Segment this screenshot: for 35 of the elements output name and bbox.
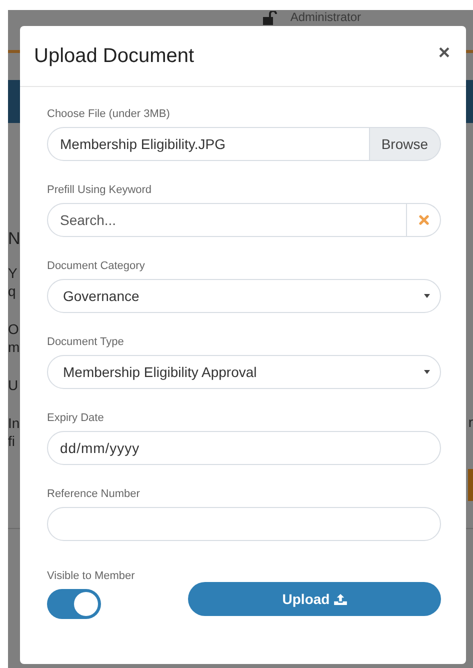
clear-button[interactable] (407, 203, 441, 237)
lock-icon (262, 11, 278, 25)
page-text: In (8, 414, 20, 432)
dialog-title: Upload Document (34, 44, 194, 69)
browse-button[interactable]: Browse (370, 127, 441, 161)
page-text: U (8, 376, 20, 394)
input-field[interactable] (47, 507, 441, 541)
close-button[interactable]: × (436, 43, 452, 63)
page-text: q (8, 282, 17, 300)
upload-button[interactable]: Upload (188, 582, 441, 616)
visibility-toggle[interactable] (47, 589, 101, 619)
field-label: Visible to Member (47, 569, 135, 583)
field-label: Expiry Date (47, 411, 105, 425)
upload-icon (334, 594, 347, 604)
page-text: Y (8, 264, 18, 282)
page-text: O (8, 320, 20, 338)
select-field[interactable]: Governance (47, 279, 441, 313)
caret-icon (424, 294, 430, 298)
file-field[interactable]: Membership Eligibility.JPG (47, 127, 370, 161)
select-value: Governance (63, 288, 140, 304)
page-text: fi (8, 432, 16, 450)
clear-icon (418, 215, 428, 225)
field-label: Reference Number (47, 487, 141, 501)
date-field[interactable]: dd/mm/yyyy (47, 431, 441, 465)
select-field[interactable]: Membership Eligibility Approval (47, 355, 441, 389)
page-text: N (8, 228, 20, 250)
caret-icon (424, 370, 430, 374)
field-label: Document Category (47, 259, 146, 273)
select-value: Membership Eligibility Approval (63, 364, 257, 380)
page-text: r (468, 413, 473, 431)
search-field[interactable]: Search... (47, 203, 407, 237)
field-label: Prefill Using Keyword (47, 183, 153, 197)
field-label: Document Type (47, 335, 125, 349)
page-text: m (8, 338, 20, 356)
field-label: Choose File (under 3MB) (47, 107, 171, 121)
